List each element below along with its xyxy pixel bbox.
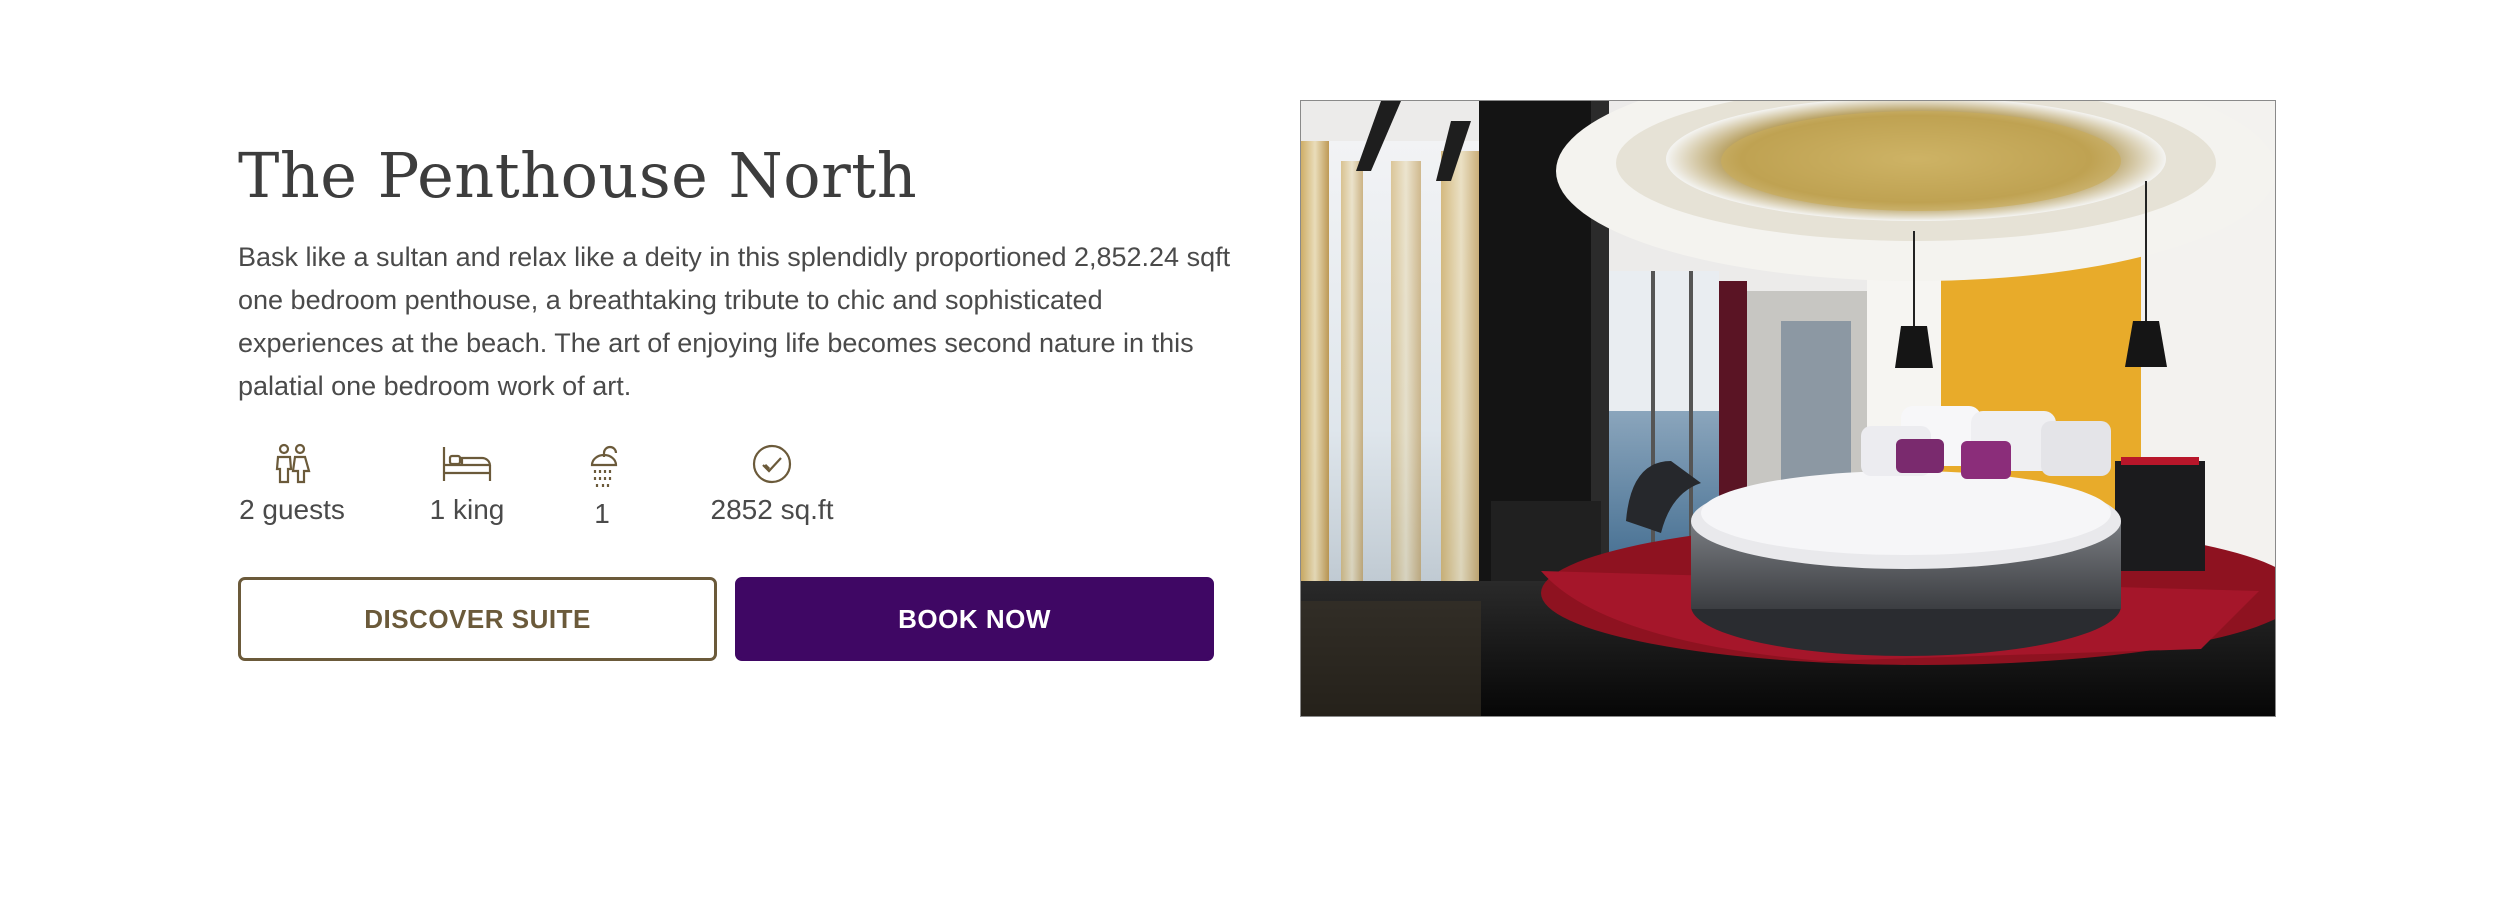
check-circle-icon [752, 444, 792, 484]
amenities-list: 2 guests 1 king 1 2852 sq.ft [238, 443, 938, 533]
guests-icon [275, 443, 311, 484]
suite-description: Bask like a sultan and relax like a deit… [238, 242, 1231, 401]
amenity-label: 2 guests [239, 494, 345, 525]
amenity-area: 2852 sq.ft [706, 443, 838, 527]
amenity-label: 1 [594, 498, 610, 529]
amenity-bed: 1 king [425, 443, 509, 527]
suite-info: The Penthouse North Bask like a sultan a… [238, 139, 1230, 408]
amenity-label: 2852 sq.ft [710, 494, 834, 525]
suite-photo [1300, 100, 2276, 717]
bed-icon [442, 447, 492, 481]
discover-suite-button[interactable]: DISCOVER SUITE [238, 577, 717, 661]
amenity-shower: 1 [582, 443, 622, 531]
amenity-label: 1 king [429, 494, 505, 525]
shower-icon [590, 445, 618, 487]
book-now-button[interactable]: BOOK NOW [735, 577, 1214, 661]
amenity-guests: 2 guests [238, 443, 346, 527]
suite-title: The Penthouse North [238, 139, 918, 212]
